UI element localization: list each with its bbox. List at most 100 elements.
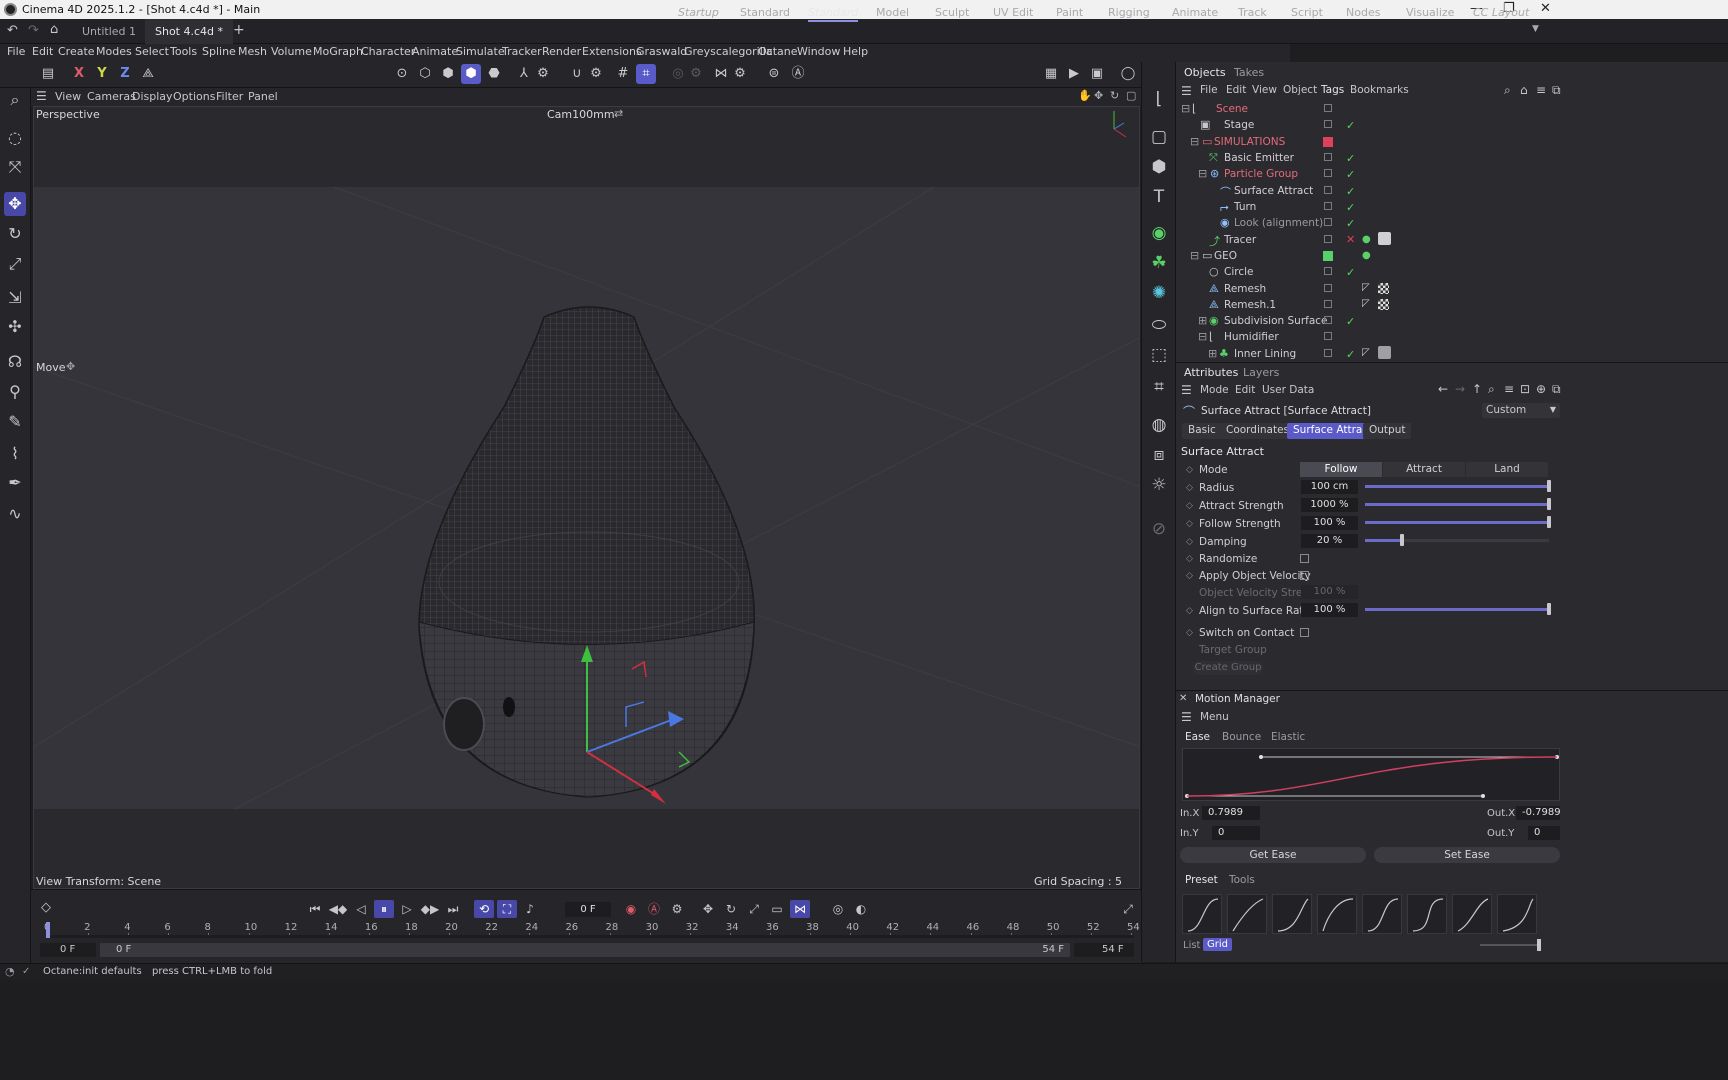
keyframe-diamond-icon[interactable]: ◇: [1186, 501, 1193, 511]
maximize-view-icon[interactable]: ▢: [1126, 89, 1136, 102]
doc-tab-shot4[interactable]: Shot 4.c4d *: [145, 19, 234, 44]
symmetry-settings-icon[interactable]: ⚙: [686, 64, 706, 84]
back-arrow-icon[interactable]: ←: [1438, 382, 1448, 396]
viewport-menu-options[interactable]: Options: [173, 90, 215, 103]
live-select-icon[interactable]: ◌: [4, 126, 26, 150]
viewport-menu-view[interactable]: View: [55, 90, 81, 103]
cube-primitive-icon[interactable]: ⬢: [1147, 154, 1171, 180]
3d-viewport[interactable]: Perspective Cam100mm ⇄ Move ✥ View Trans…: [33, 106, 1140, 889]
material-tag-icon[interactable]: [1378, 232, 1391, 245]
camera-icon[interactable]: ⌗: [1147, 374, 1171, 400]
uvw-tag-icon[interactable]: [1378, 283, 1389, 294]
attributes-hamburger-icon[interactable]: ☰: [1181, 383, 1192, 397]
new-tab-icon[interactable]: +: [233, 22, 245, 38]
next-frame-icon[interactable]: ▷: [397, 900, 417, 918]
tab-objects[interactable]: Objects: [1184, 66, 1226, 79]
transform-tool-icon[interactable]: ⇲: [4, 286, 26, 310]
preview-range-icon[interactable]: ⛶: [497, 900, 517, 918]
light-icon[interactable]: ☼: [1147, 472, 1171, 498]
layout-startup[interactable]: Startup: [678, 6, 719, 19]
attributes-menu-edit[interactable]: Edit: [1235, 384, 1255, 396]
attract-strength-slider[interactable]: [1365, 498, 1551, 510]
preview-range-bar-end[interactable]: 54 F: [540, 943, 1070, 957]
spline-sketch-icon[interactable]: ∿: [4, 502, 26, 526]
brush-tool-icon[interactable]: ⌇: [4, 442, 26, 466]
enabled-check-icon[interactable]: ✓: [1346, 266, 1355, 279]
follow-strength-slider[interactable]: [1365, 516, 1551, 528]
scheme-icon[interactable]: ◐: [851, 900, 871, 918]
undo-icon[interactable]: ↶: [7, 23, 18, 38]
preset-zoom-slider[interactable]: [1480, 944, 1540, 946]
layout-animate[interactable]: Animate: [1172, 6, 1218, 19]
keyframe-diamond-icon[interactable]: ◇: [1186, 519, 1193, 529]
current-frame-field[interactable]: 0 F: [565, 902, 611, 917]
switch-contact-checkbox[interactable]: [1300, 628, 1309, 637]
viewport-menu-display[interactable]: Display: [132, 90, 173, 103]
attr-preset-dropdown[interactable]: Custom ▼: [1482, 403, 1560, 418]
layer-toggle[interactable]: [1324, 186, 1332, 194]
snap-settings-icon[interactable]: ⚙: [586, 64, 606, 84]
layer-toggle[interactable]: [1324, 104, 1332, 112]
menu-select[interactable]: Select: [135, 45, 169, 58]
selection-tools-icon[interactable]: ⤧: [4, 155, 26, 179]
lock-icon[interactable]: ⊜: [764, 64, 784, 84]
out-x-field[interactable]: -0.7989: [1516, 806, 1560, 820]
spline-pen-icon[interactable]: ✎: [4, 410, 26, 434]
timeline-expand-icon[interactable]: ⤢: [1118, 900, 1138, 918]
camera-name[interactable]: Cam100mm: [547, 108, 615, 121]
key-rotation-icon[interactable]: ↻: [721, 900, 741, 918]
deformer-icon[interactable]: ✺: [1147, 280, 1171, 306]
create-group-button[interactable]: Create Group: [1193, 661, 1263, 675]
object-row-circle[interactable]: ○ Circle: [1176, 265, 1556, 281]
axis-mode-icon[interactable]: ⅄: [514, 64, 534, 84]
rotate-view-icon[interactable]: ↻: [1110, 89, 1119, 102]
enabled-check-icon[interactable]: ✓: [1346, 217, 1355, 230]
menu-modes[interactable]: Modes: [96, 45, 132, 58]
view-list-button[interactable]: List: [1183, 940, 1200, 951]
phong-tag-icon[interactable]: ◸: [1362, 298, 1370, 309]
ease-preset[interactable]: [1227, 894, 1267, 934]
menu-animate[interactable]: Animate: [412, 45, 458, 58]
disabled-x-icon[interactable]: ✕: [1346, 233, 1355, 246]
ease-preset[interactable]: [1407, 894, 1447, 934]
radius-field[interactable]: 100 cm: [1301, 480, 1358, 494]
motion-menu[interactable]: Menu: [1200, 711, 1229, 723]
motion-system-icon[interactable]: ◎: [828, 900, 848, 918]
subtab-basic[interactable]: Basic: [1182, 423, 1222, 439]
menu-create[interactable]: Create: [58, 45, 95, 58]
viewport-hamburger-icon[interactable]: ☰: [36, 89, 47, 103]
layer-toggle[interactable]: [1324, 153, 1332, 161]
ease-curve-editor[interactable]: [1182, 748, 1560, 801]
objects-hamburger-icon[interactable]: ☰: [1181, 84, 1192, 98]
model-mode-icon[interactable]: ⬢: [461, 64, 481, 84]
attr-popout-icon[interactable]: ⧉: [1552, 382, 1561, 397]
menu-spline[interactable]: Spline: [202, 45, 236, 58]
x-axis-button[interactable]: X: [70, 64, 88, 84]
axis-settings-icon[interactable]: ⚙: [533, 64, 553, 84]
object-row-scene[interactable]: ⊟ ⌊ Scene: [1176, 102, 1556, 118]
material-tag-icon[interactable]: [1378, 346, 1391, 359]
tab-takes[interactable]: Takes: [1234, 66, 1264, 79]
move-view-icon[interactable]: ✥: [1094, 89, 1103, 102]
extrude-tool-icon[interactable]: ✣: [4, 315, 26, 339]
loop-icon[interactable]: ⟲: [474, 900, 494, 918]
objects-home-icon[interactable]: ⌂: [1520, 83, 1528, 97]
object-row-subdivision-surface[interactable]: ⊞ ◉ Subdivision Surface: [1176, 314, 1556, 330]
keyframe-diamond-icon[interactable]: ◇: [1186, 628, 1193, 638]
keyframe-diamond-icon[interactable]: ◇: [1186, 554, 1193, 564]
tab-preset[interactable]: Preset: [1185, 874, 1218, 886]
goto-start-icon[interactable]: ⏮: [305, 900, 325, 918]
randomize-checkbox[interactable]: [1300, 554, 1309, 563]
tab-tools[interactable]: Tools: [1229, 874, 1255, 886]
layer-toggle[interactable]: [1324, 267, 1332, 275]
mirror-settings-icon[interactable]: ⚙: [730, 64, 750, 84]
render-view-icon[interactable]: ▦: [1041, 64, 1061, 84]
home-icon[interactable]: ⌂: [50, 22, 58, 37]
null-object-icon[interactable]: ⌊: [1147, 86, 1171, 112]
workplane-icon[interactable]: #: [613, 64, 633, 84]
preset-zoom-knob[interactable]: [1537, 939, 1541, 951]
rotate-tool-icon[interactable]: ↻: [4, 222, 26, 246]
layer-toggle[interactable]: [1324, 300, 1332, 308]
spline-primitive-icon[interactable]: ▢: [1147, 124, 1171, 150]
objects-filter-icon[interactable]: ≡: [1536, 83, 1546, 97]
